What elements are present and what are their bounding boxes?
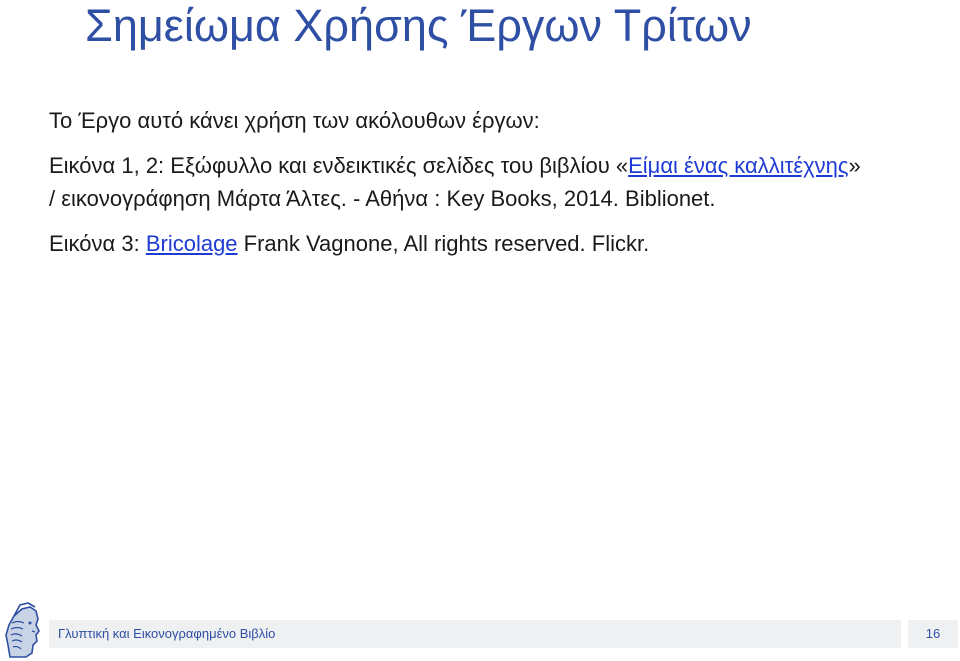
page-title: Σημείωμα Χρήσης Έργων Τρίτων — [85, 0, 752, 51]
credit-2-prefix: Εικόνα 3: — [49, 231, 146, 256]
bricolage-link[interactable]: Bricolage — [146, 231, 238, 256]
credit-item-1: Εικόνα 1, 2: Εξώφυλλο και ενδεικτικές σε… — [49, 149, 869, 215]
credit-1-prefix: Εικόνα 1, 2: Εξώφυλλο και ενδεικτικές σε… — [49, 153, 629, 178]
slide: Σημείωμα Χρήσης Έργων Τρίτων Το Έργο αυτ… — [0, 0, 960, 661]
athena-head-logo-icon — [5, 602, 40, 658]
intro-text: Το Έργο αυτό κάνει χρήση των ακόλουθων έ… — [49, 108, 540, 133]
page-number: 16 — [925, 626, 941, 641]
book-link[interactable]: Είμαι ένας καλλιτέχνης — [628, 153, 848, 178]
credits-body: Το Έργο αυτό κάνει χρήση των ακόλουθων έ… — [49, 104, 869, 260]
footer-title: Γλυπτική και Εικονογραφημένο Βιβλίο — [58, 626, 276, 641]
credit-item-2: Εικόνα 3: Bricolage Frank Vagnone, All r… — [49, 227, 869, 260]
credit-2-suffix: Frank Vagnone, All rights reserved. Flic… — [237, 231, 650, 256]
